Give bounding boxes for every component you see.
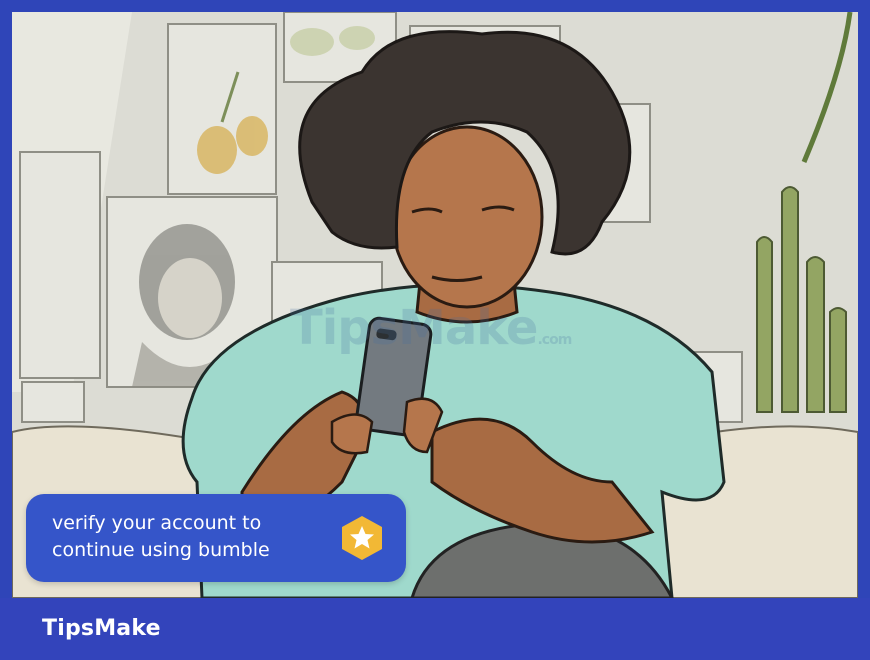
brand-name: TipsMake — [42, 616, 161, 641]
verify-notification: verify your account to continue using bu… — [26, 494, 406, 582]
notification-text: verify your account to continue using bu… — [52, 512, 270, 561]
image-frame: TipsMake.com verify your account to cont… — [0, 0, 870, 660]
star-hexagon-icon — [338, 514, 386, 562]
footer-bar: TipsMake — [0, 598, 870, 660]
